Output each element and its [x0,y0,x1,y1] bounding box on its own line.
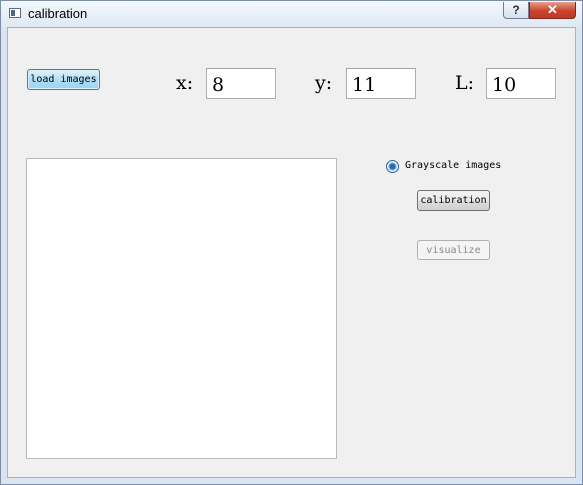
x-input[interactable] [206,68,276,99]
visualize-button: visualize [417,240,490,260]
close-button[interactable]: ✕ [529,2,576,19]
title-bar[interactable]: calibration ? ✕ [1,1,582,27]
radio-selected-icon[interactable] [386,160,399,173]
y-input[interactable] [346,68,416,99]
calibration-button[interactable]: calibration [417,190,490,211]
x-label: x: [176,72,194,94]
l-input[interactable] [486,68,556,99]
window-title: calibration [28,6,88,21]
image-display-area [26,158,337,459]
help-icon: ? [512,3,520,17]
close-icon: ✕ [547,2,558,17]
l-label: L: [455,72,475,94]
y-label: y: [315,72,333,94]
app-window-icon [9,8,21,18]
help-button[interactable]: ? [503,2,529,19]
grayscale-radio-label[interactable]: Grayscale images [405,160,501,171]
load-images-button[interactable]: load images [27,69,100,90]
